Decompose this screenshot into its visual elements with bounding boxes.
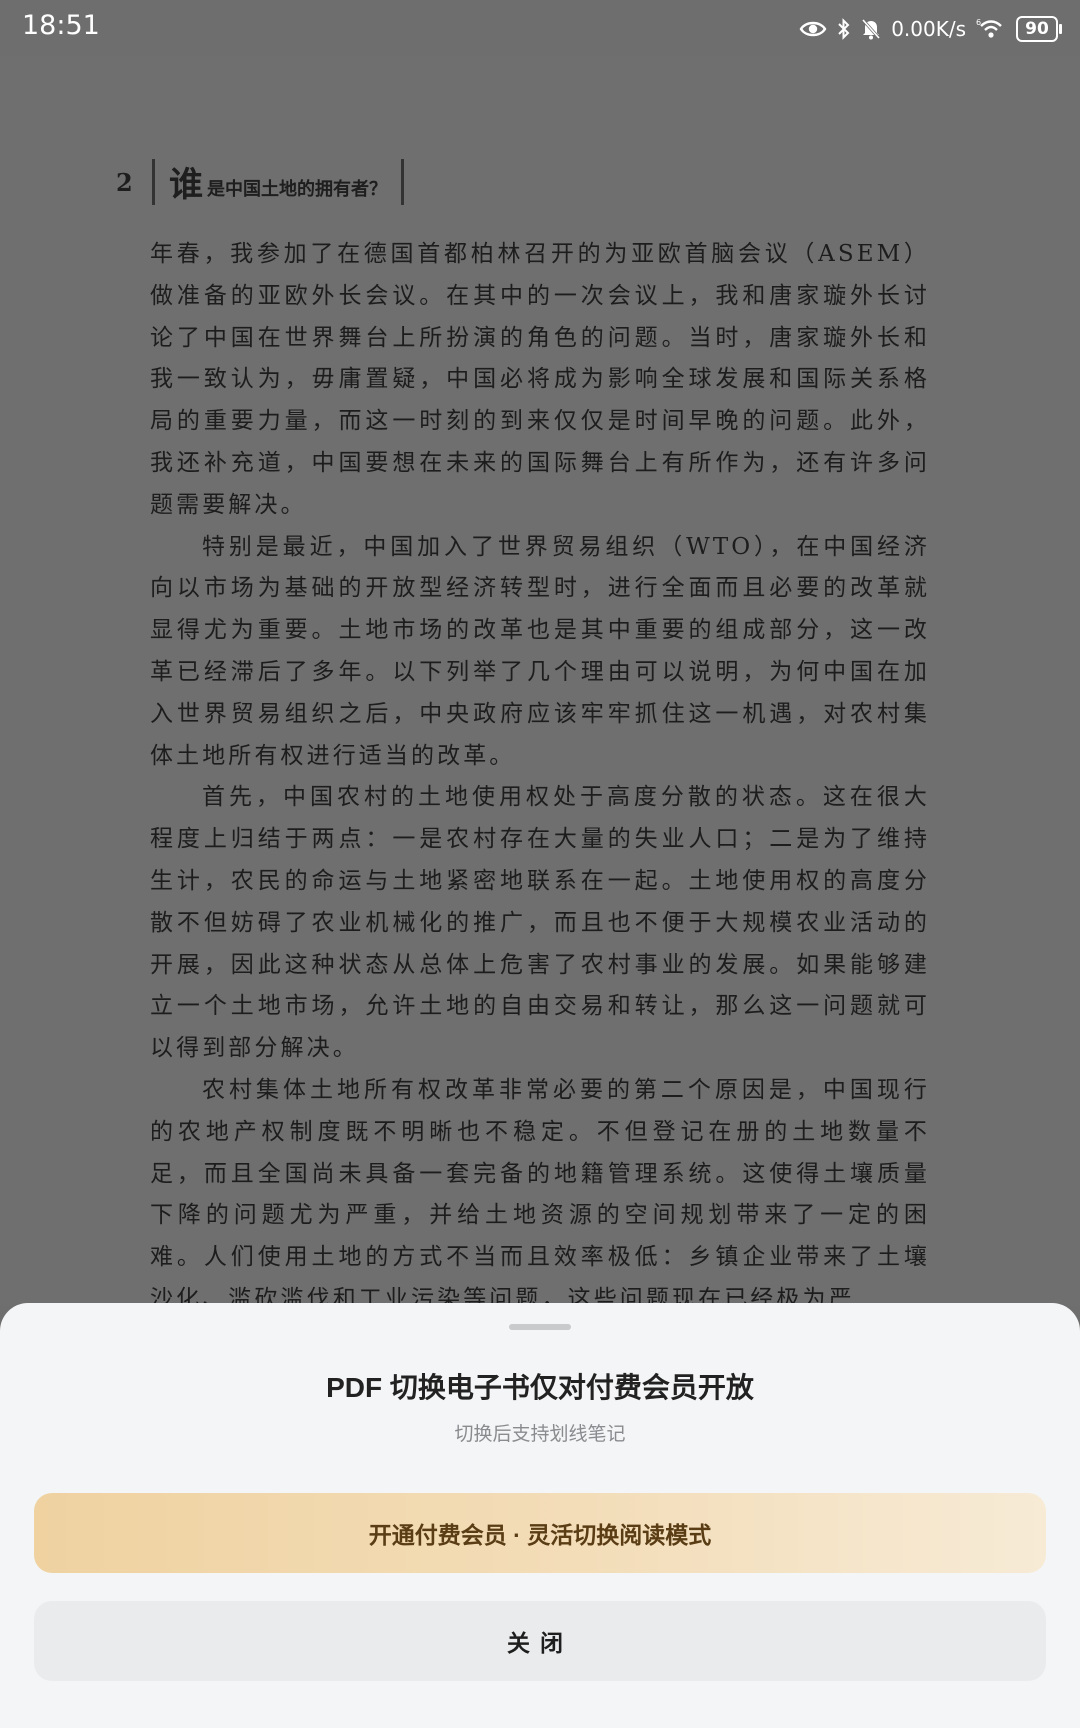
sheet-title: PDF 切换电子书仅对付费会员开放 (326, 1372, 754, 1403)
open-membership-button[interactable]: 开通付费会员 · 灵活切换阅读模式 (34, 1493, 1046, 1573)
paragraph: 年春，我参加了在德国首都柏林召开的为亚欧首脑会议（ASEM）做准备的亚欧外长会议… (150, 241, 930, 518)
paragraph: 农村集体土地所有权改革非常必要的第二个原因是，中国现行的农地产权制度既不明晰也不… (150, 1076, 930, 1312)
sheet-drag-handle[interactable] (509, 1324, 571, 1330)
status-bar: 18:51 0.00K/s 6 90 (0, 0, 1080, 56)
page-number: 2 (116, 168, 133, 197)
status-time: 18:51 (22, 10, 100, 41)
status-icons: 0.00K/s 6 90 (799, 14, 1062, 44)
notifications-off-icon (861, 18, 881, 40)
close-button[interactable]: 关闭 (34, 1601, 1046, 1681)
heading-text: 是中国土地的拥有者？ (207, 179, 387, 200)
bluetooth-icon (837, 18, 851, 40)
wifi-6-icon: 6 (976, 18, 1006, 40)
pdf-page[interactable]: 2 谁 是中国土地的拥有者？ 年春，我参加了在德国首都柏林召开的为亚欧首脑会议（… (0, 56, 1080, 1312)
heading-big-char: 谁 (169, 165, 203, 205)
page-body-text: 年春，我参加了在德国首都柏林召开的为亚欧首脑会议（ASEM）做准备的亚欧外长会议… (150, 234, 930, 1321)
eye-icon (799, 19, 827, 39)
sheet-subtitle: 切换后支持划线笔记 (454, 1424, 626, 1445)
net-speed: 0.00K/s (891, 17, 966, 41)
upgrade-bottom-sheet: PDF 切换电子书仅对付费会员开放 切换后支持划线笔记 开通付费会员 · 灵活切… (0, 1303, 1080, 1728)
battery-icon: 90 (1016, 16, 1062, 42)
paragraph: 特别是最近，中国加入了世界贸易组织（WTO），在中国经济向以市场为基础的开放型经… (150, 533, 930, 769)
chapter-heading: 谁 是中国土地的拥有者？ (152, 159, 404, 205)
paragraph: 首先，中国农村的土地使用权处于高度分散的状态。这在很大程度上归结于两点：一是农村… (150, 784, 930, 1062)
svg-text:6: 6 (976, 18, 981, 27)
